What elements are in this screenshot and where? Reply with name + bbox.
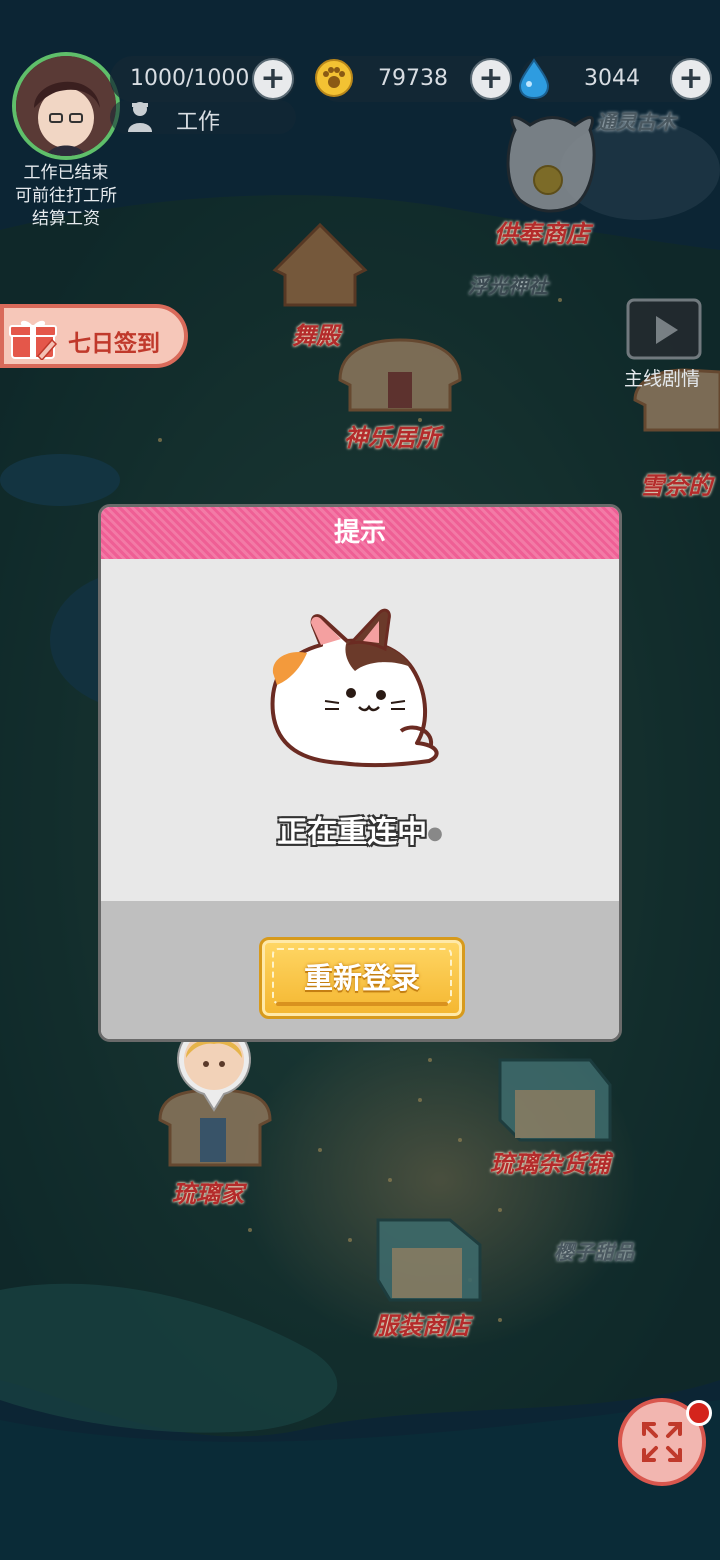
reconnect-dialog: 提示 正在重连中● 重新登录 [98, 504, 622, 1042]
loading-dot-icon: ● [427, 823, 443, 844]
work-note-line-1: 工作已结束 [23, 163, 109, 183]
worker-icon [128, 102, 152, 132]
notification-dot [686, 1400, 712, 1426]
map-label-dance-hall[interactable]: 舞殿 [292, 316, 340, 351]
map-label-sakura-sweets[interactable]: 樱子甜品 [554, 1236, 634, 1265]
work-note-line-2: 可前往打工所 [15, 186, 117, 206]
signin-label: 七日签到 [68, 331, 160, 357]
coin-value: 79738 [378, 66, 448, 91]
add-coins-button[interactable]: + [470, 58, 512, 100]
work-label: 工作 [176, 110, 221, 135]
reconnecting-text: 正在重连中 [277, 815, 428, 850]
energy-value: 1000/1000 [130, 66, 250, 91]
map-label-yukina[interactable]: 雪奈的 [640, 466, 712, 501]
gift-icon [9, 320, 58, 360]
add-energy-button[interactable]: + [252, 58, 294, 100]
map-label-shrine[interactable]: 浮光神社 [468, 270, 548, 299]
paw-coin-icon [315, 59, 353, 97]
map-label-offering-shop[interactable]: 供奉商店 [494, 214, 590, 249]
work-note-line-3: 结算工资 [32, 209, 100, 229]
map-label-ruri-store[interactable]: 琉璃杂货铺 [490, 1144, 610, 1179]
gem-value: 3044 [584, 66, 640, 91]
map-label-clothing-store[interactable]: 服装商店 [374, 1306, 470, 1341]
dialog-title: 提示 [333, 518, 386, 548]
seven-day-signin-button[interactable]: 七日签到 [0, 304, 188, 368]
main-story-label: 主线剧情 [624, 368, 701, 390]
relogin-button[interactable]: 重新登录 [259, 937, 465, 1019]
relogin-label: 重新登录 [303, 961, 420, 995]
avatar-portrait-icon [16, 56, 116, 156]
add-gems-button[interactable]: + [670, 58, 712, 100]
expand-arrows-icon [642, 1422, 682, 1462]
reconnecting-message: 正在重连中● [101, 807, 619, 851]
area-name-label: 通灵古木 [596, 110, 676, 134]
calico-cat-icon [270, 608, 439, 768]
work-ended-note: 工作已结束 可前往打工所 结算工资 [0, 162, 132, 231]
player-avatar[interactable] [12, 52, 120, 160]
blue-drop-icon [518, 58, 550, 100]
map-label-ruri-home[interactable]: 琉璃家 [172, 1174, 244, 1209]
map-label-kagura[interactable]: 神乐居所 [344, 418, 440, 453]
